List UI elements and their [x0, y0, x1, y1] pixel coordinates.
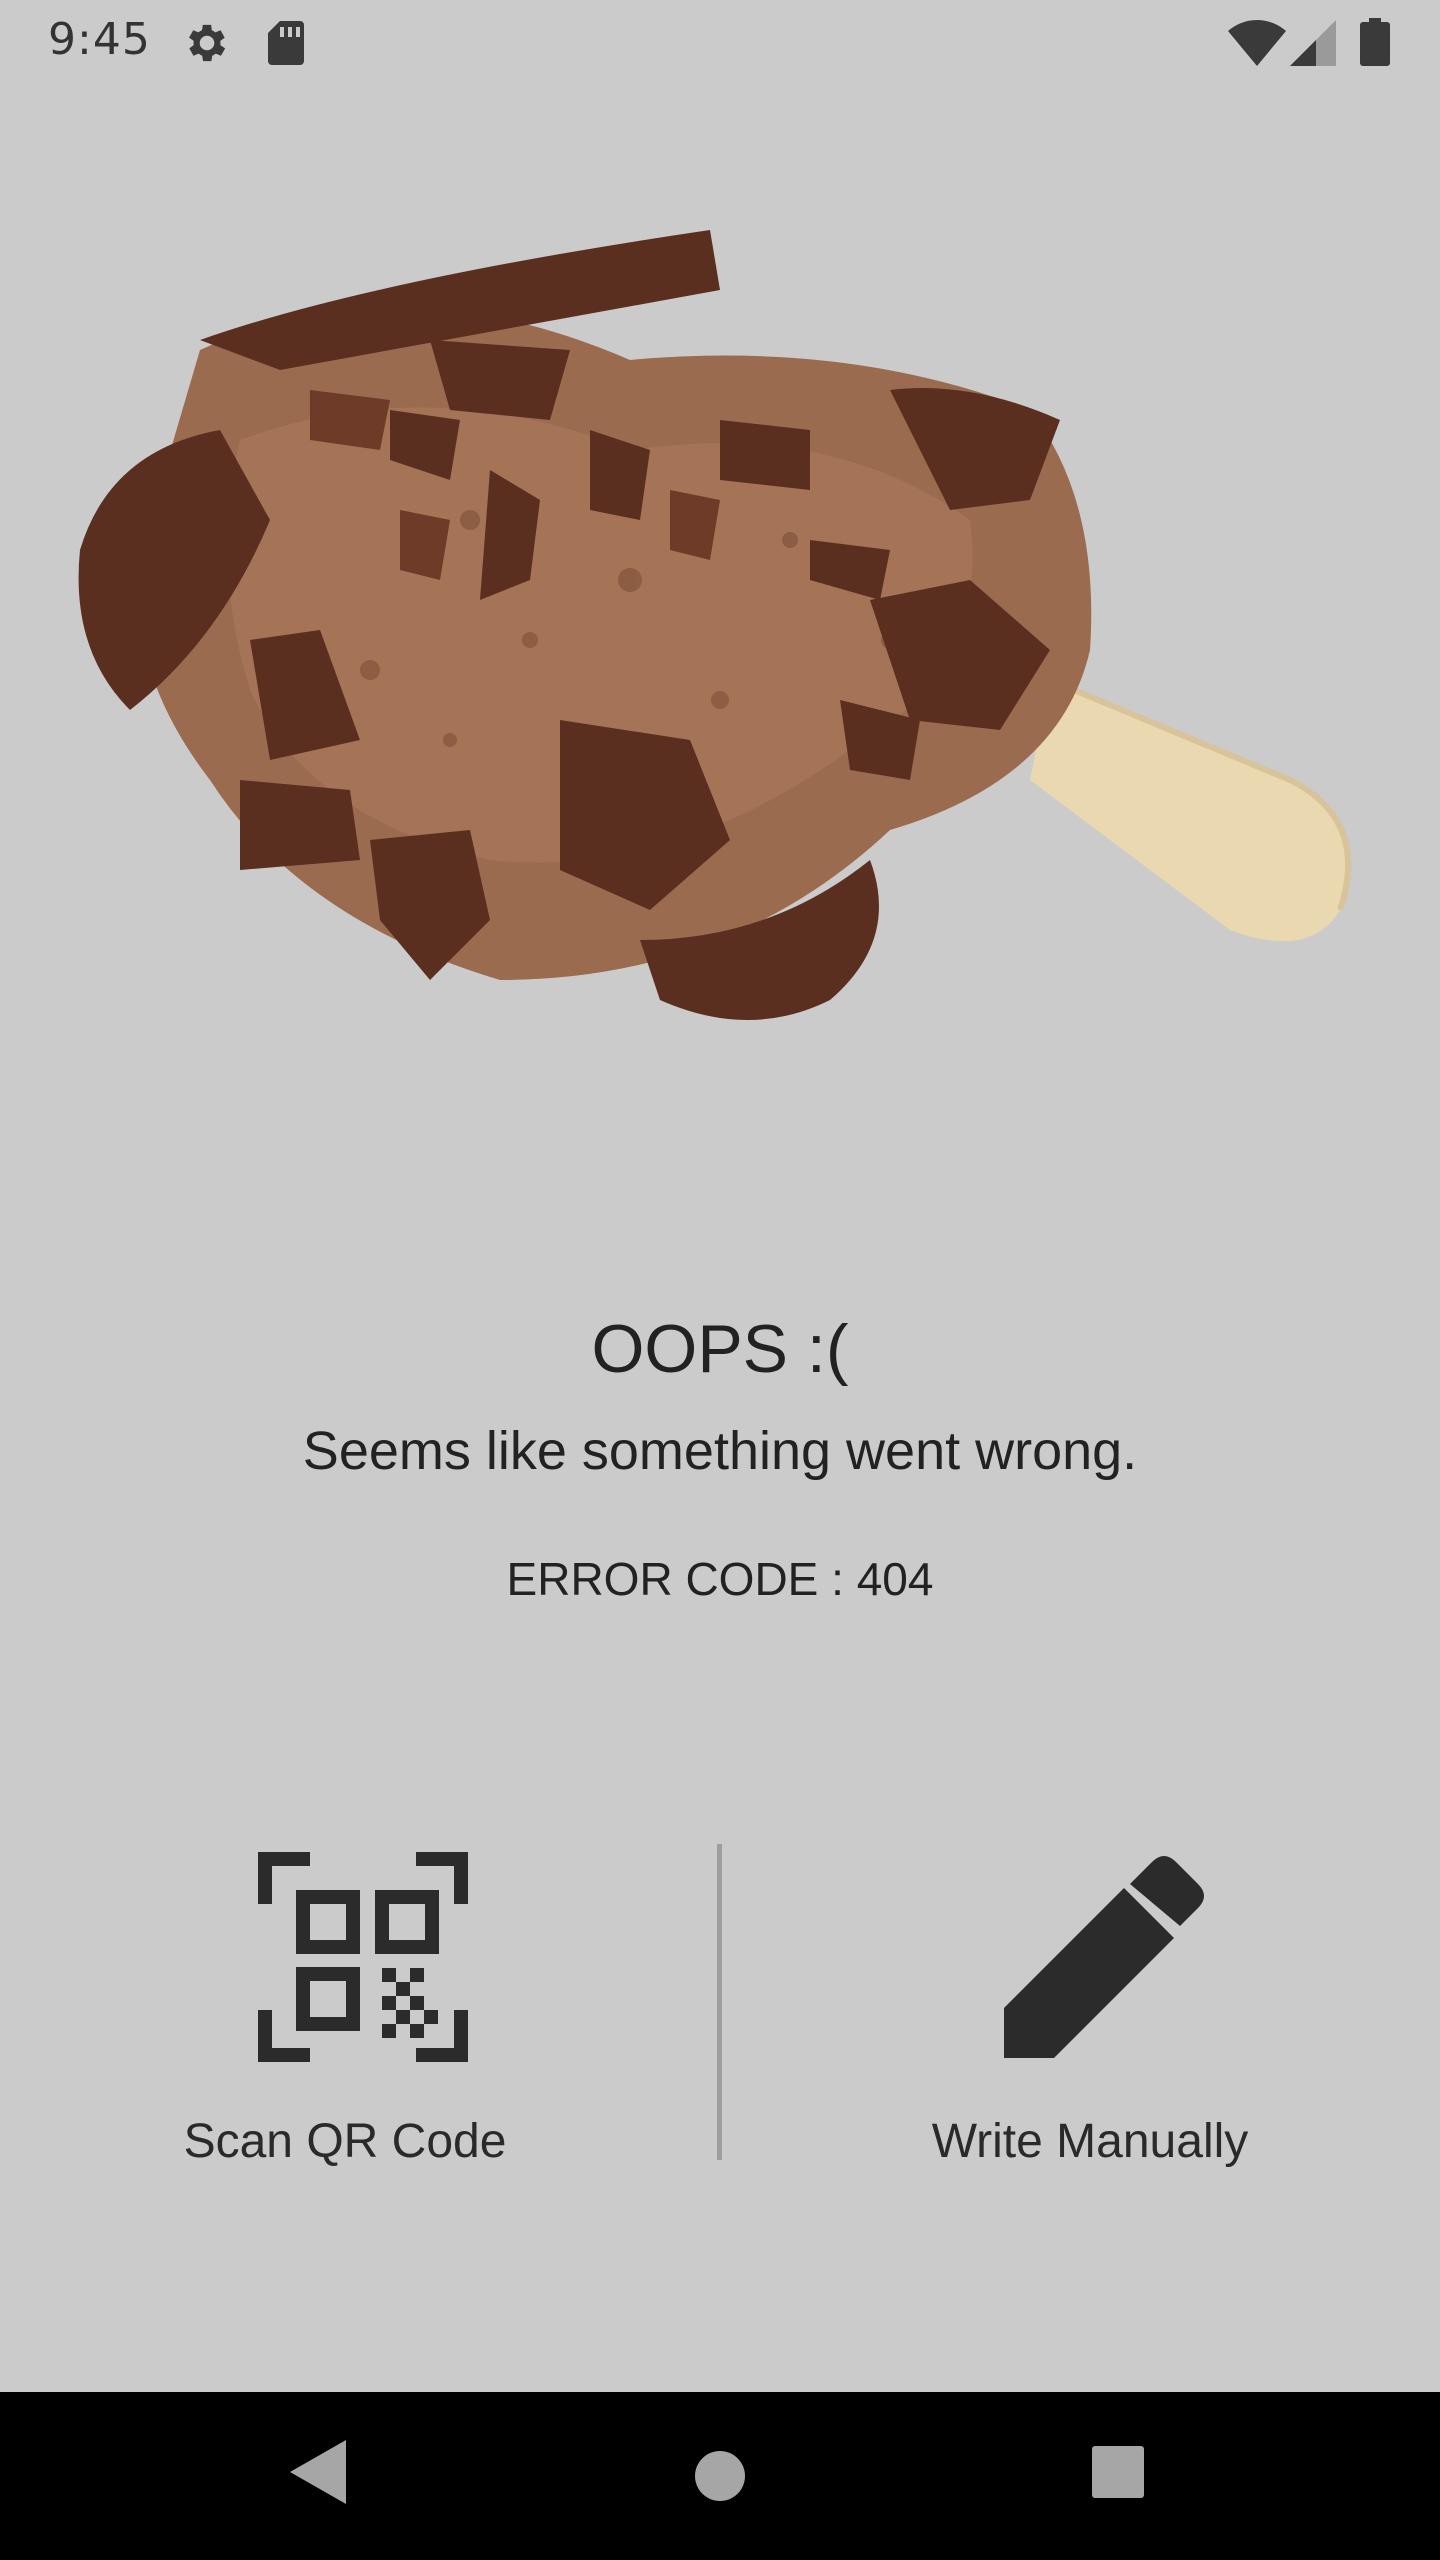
write-manually-label: Write Manually — [931, 2115, 1249, 2168]
scan-qr-code-label: Scan QR Code — [183, 2115, 507, 2168]
error-subtitle: Seems like something went wrong. — [302, 1421, 1138, 1481]
broken-ice-cream-illustration — [78, 230, 1352, 1020]
write-manually-button[interactable]: Write Manually — [720, 1830, 1440, 2190]
qr-code-icon — [258, 1852, 468, 2062]
home-icon[interactable] — [694, 2440, 746, 2504]
error-code: ERROR CODE : 404 — [506, 1553, 934, 1605]
battery-icon — [1360, 18, 1390, 66]
status-time: 9:45 — [48, 14, 151, 65]
gear-icon — [189, 24, 226, 62]
scan-qr-code-button[interactable]: Scan QR Code — [0, 1830, 720, 2190]
wifi-icon — [1228, 20, 1286, 66]
signal-icon — [1290, 20, 1336, 66]
recents-icon[interactable] — [1090, 2440, 1146, 2504]
pencil-icon — [1004, 1856, 1204, 2058]
error-title: OOPS :( — [591, 1311, 849, 1387]
sd-card-icon — [268, 21, 304, 65]
navigation-bar — [0, 2392, 1440, 2560]
back-icon[interactable] — [290, 2440, 346, 2504]
ice-cream-stick — [1030, 680, 1349, 942]
status-bar: 9:45 — [0, 0, 1440, 84]
